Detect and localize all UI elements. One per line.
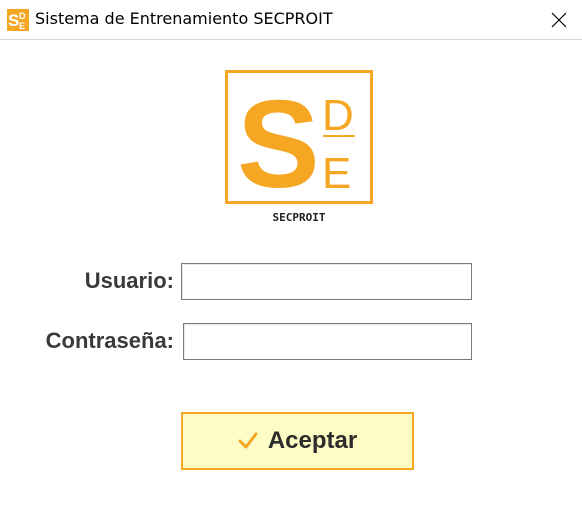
- sde-logo: S D E: [225, 70, 373, 204]
- accept-button[interactable]: Aceptar: [181, 412, 414, 470]
- logo-letter-d: D: [322, 91, 354, 140]
- sde-logo-icon: S D E: [7, 9, 29, 31]
- svg-text:S: S: [8, 11, 19, 30]
- close-button[interactable]: [536, 0, 582, 40]
- user-input[interactable]: [181, 263, 472, 300]
- password-label: Contraseña:: [45, 328, 174, 353]
- password-input[interactable]: [183, 323, 472, 360]
- title-bar: S D E Sistema de Entrenamiento SECPROIT: [0, 0, 582, 40]
- logo-letter-s: S: [237, 76, 320, 204]
- svg-text:E: E: [19, 21, 25, 31]
- logo-letter-e: E: [322, 149, 351, 198]
- close-icon: [551, 12, 567, 28]
- accept-button-label: Aceptar: [267, 427, 358, 454]
- svg-text:D: D: [19, 11, 26, 21]
- user-label: Usuario:: [84, 268, 174, 293]
- logo-caption: SECPROIT: [272, 211, 326, 224]
- window-title: Sistema de Entrenamiento SECPROIT: [35, 9, 333, 28]
- checkmark-icon: [238, 432, 258, 449]
